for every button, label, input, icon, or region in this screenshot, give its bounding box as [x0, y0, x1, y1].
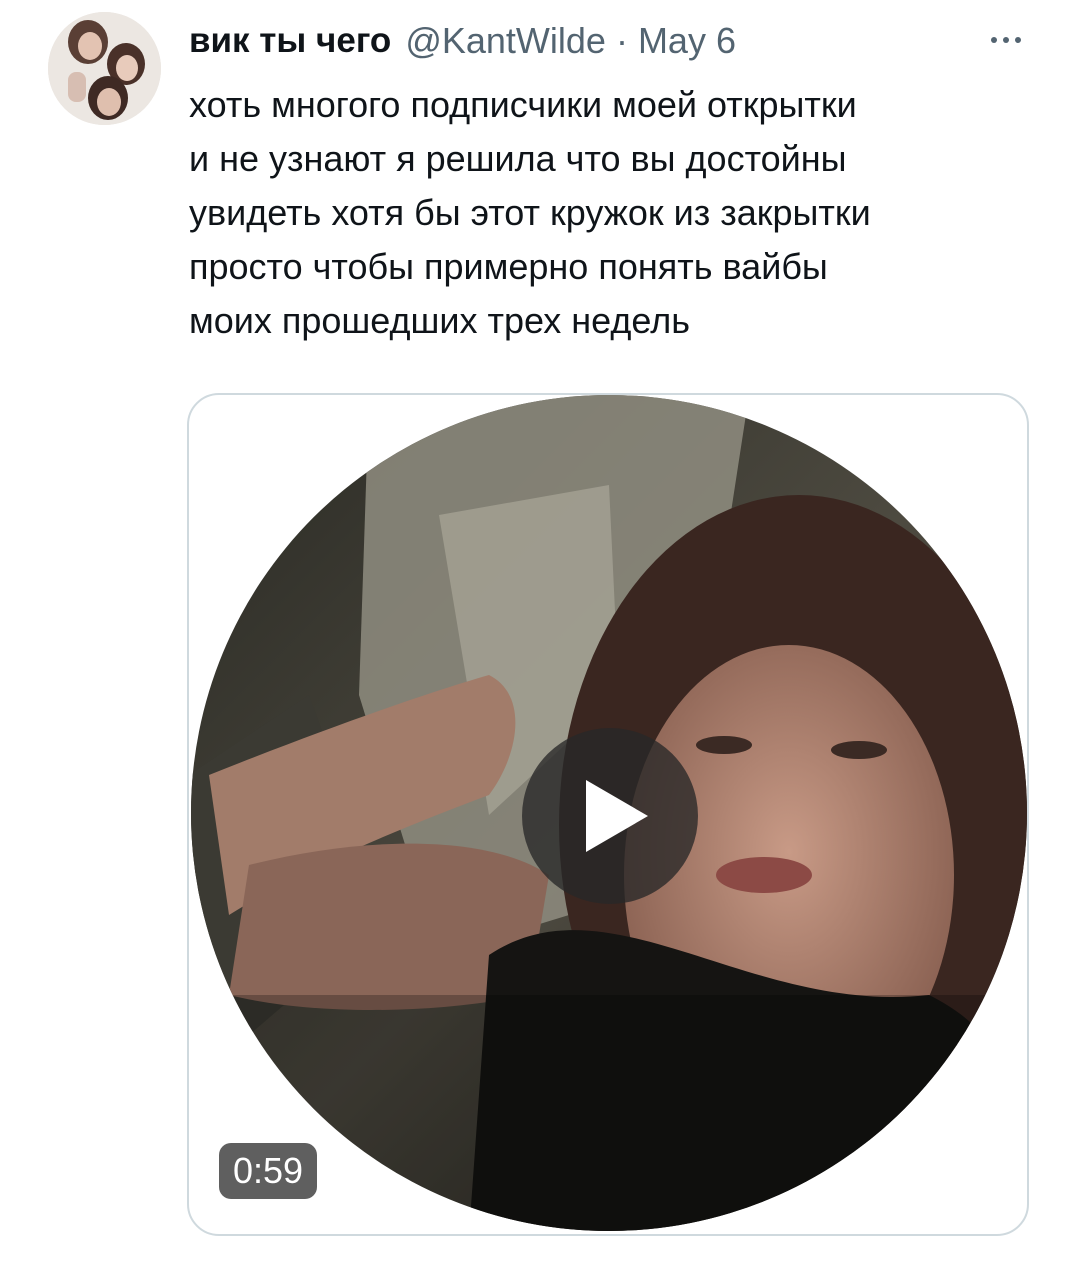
tweet-text-line: просто чтобы примерно понять вайбы — [189, 246, 828, 287]
play-button[interactable] — [522, 728, 698, 904]
more-options-button[interactable] — [981, 22, 1031, 58]
ellipsis-dot — [1003, 37, 1009, 43]
tweet-date[interactable]: May 6 — [638, 20, 736, 62]
tweet-header: вик ты чего @KantWilde · May 6 — [189, 16, 736, 66]
ellipsis-dot — [1015, 37, 1021, 43]
header-separator: · — [615, 20, 628, 61]
ellipsis-horizontal-icon — [991, 37, 997, 43]
tweet-text-line: хоть многого подписчики моей открытки — [189, 84, 857, 125]
tweet-text: хоть многого подписчики моей открытки и … — [189, 78, 1039, 348]
play-icon — [586, 780, 648, 852]
video-duration-badge: 0:59 — [219, 1143, 318, 1199]
video-media-card[interactable]: 0:59 — [187, 393, 1029, 1236]
tweet-text-line: и не узнают я решила что вы достойны — [189, 138, 847, 179]
author-handle[interactable]: @KantWilde — [405, 20, 606, 62]
avatar-image — [48, 12, 161, 125]
tweet-text-line: моих прошедших трех недель — [189, 300, 690, 341]
tweet-text-line: увидеть хотя бы этот кружок из закрытки — [189, 192, 871, 233]
author-display-name[interactable]: вик ты чего — [189, 21, 391, 61]
author-avatar[interactable] — [48, 12, 161, 125]
